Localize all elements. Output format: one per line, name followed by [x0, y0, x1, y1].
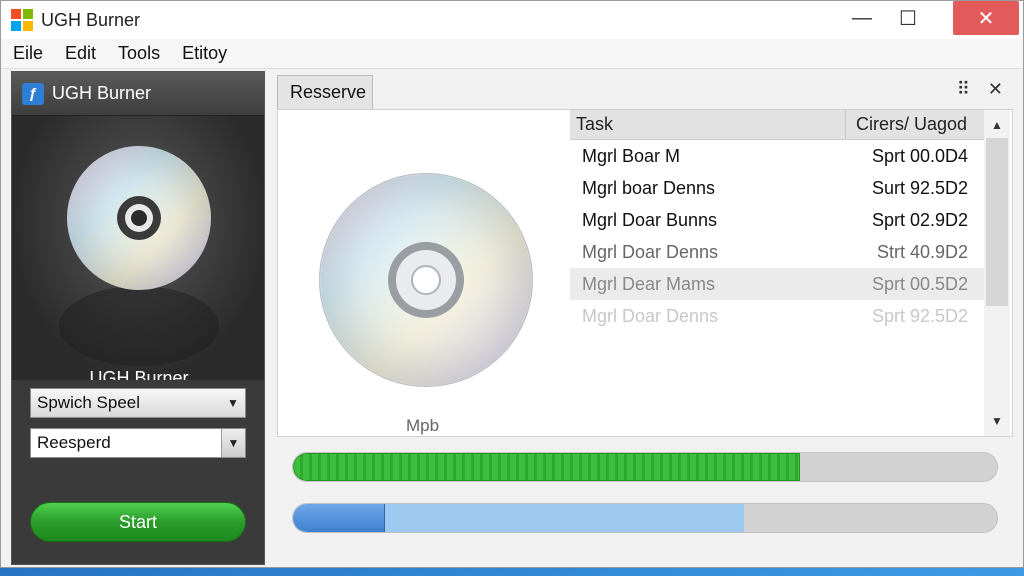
buffer-progress-fill — [293, 504, 385, 532]
task-cell: Mgrl Boar M — [582, 145, 681, 166]
scroll-thumb[interactable] — [986, 138, 1008, 306]
chevron-down-icon[interactable]: ▼ — [221, 429, 245, 457]
task-cell: Mgrl Doar Bunns — [582, 209, 718, 230]
small-disc-icon — [59, 146, 219, 366]
speed-select-value: Spwich Speel — [37, 393, 141, 412]
menu-edit[interactable]: Edit — [65, 43, 96, 64]
left-panel: ƒ UGH Burner UGH Burner Spwich Speel ▼ R… — [11, 71, 265, 565]
table-header: Task Cirers/ Uagod — [570, 110, 986, 140]
speed-cell: Sprt 00.5D2 — [871, 273, 968, 294]
buffer-progress-bar — [292, 503, 998, 533]
task-cell: Mgrl Dear Mams — [582, 273, 716, 294]
disc-image — [314, 168, 538, 392]
mode-select[interactable]: Reesperd ▼ — [30, 428, 246, 458]
window-title: UGH Burner — [41, 9, 141, 30]
close-icon[interactable]: ✕ — [988, 79, 1003, 100]
app-icon — [11, 9, 33, 31]
right-panel: Resserve ⠿ ✕ Mpb Task Cirers/ Uagod Mgrl… — [277, 73, 1017, 439]
menu-file[interactable]: Eile — [13, 43, 43, 64]
task-table: Task Cirers/ Uagod Mgrl Boar M Sprt 00.0… — [570, 110, 986, 436]
table-row[interactable]: Mgrl Boar M Sprt 00.0D4 — [570, 140, 986, 172]
scroll-down-icon[interactable]: ▼ — [984, 408, 1010, 434]
burn-progress-bar — [292, 452, 998, 482]
start-button[interactable]: Start — [30, 502, 246, 542]
column-header-task[interactable]: Task — [570, 110, 846, 139]
burner-logo-icon: ƒ — [22, 82, 44, 105]
task-cell: Mgrl Doar Denns — [582, 305, 719, 326]
table-row[interactable]: Mgrl Dear Mams Sprt 00.5D2 — [570, 268, 986, 300]
menu-extra[interactable]: Etitoy — [182, 43, 227, 64]
tab-reserve[interactable]: Resserve — [277, 75, 373, 109]
minimize-button[interactable]: — — [839, 1, 885, 35]
chevron-down-icon[interactable]: ▼ — [221, 389, 245, 417]
table-scrollbar[interactable]: ▲ ▼ — [984, 110, 1010, 436]
left-panel-header: ƒ UGH Burner — [12, 72, 264, 116]
disc-label: Mpb — [406, 416, 440, 435]
close-button[interactable]: ✕ — [953, 1, 1019, 35]
task-cell: Mgrl Doar Denns — [582, 241, 719, 262]
menu-tools[interactable]: Tools — [118, 43, 160, 64]
speed-cell: Sprt 00.0D4 — [871, 145, 968, 166]
table-row[interactable]: Mgrl Doar Bunns Sprt 02.9D2 — [570, 204, 986, 236]
scroll-up-icon[interactable]: ▲ — [984, 112, 1010, 138]
disc-preview-area: UGH Burner ● ○ ○ — [12, 116, 264, 411]
title-bar[interactable]: UGH Burner — ☐ ✕ — [1, 1, 1023, 39]
maximize-button[interactable]: ☐ — [885, 1, 931, 35]
large-disc-icon — [319, 173, 533, 387]
mode-select-value: Reesperd — [37, 433, 111, 452]
speed-cell: Sprt 02.9D2 — [871, 209, 968, 230]
grid-icon[interactable]: ⠿ — [957, 79, 970, 100]
burn-progress-fill — [293, 453, 800, 481]
content-box: Mpb Task Cirers/ Uagod Mgrl Boar M Sprt … — [277, 109, 1013, 437]
left-panel-title: UGH Burner — [52, 83, 152, 103]
menu-bar: Eile Edit Tools Etitoy — [1, 39, 1023, 69]
table-row[interactable]: Mgrl Doar Denns Strt 40.9D2 — [570, 236, 986, 268]
speed-cell: Sprt 92.5D2 — [871, 305, 968, 326]
column-header-speed[interactable]: Cirers/ Uagod — [846, 114, 986, 135]
speed-cell: Strt 40.9D2 — [876, 241, 968, 262]
panel-icons: ⠿ ✕ — [957, 79, 1003, 100]
table-row[interactable]: Mgrl boar Denns Surt 92.5D2 — [570, 172, 986, 204]
table-row[interactable]: Mgrl Doar Denns Sprt 92.5D2 — [570, 300, 986, 332]
app-window: UGH Burner — ☐ ✕ Eile Edit Tools Etitoy … — [0, 0, 1024, 568]
left-controls: Spwich Speel ▼ Reesperd ▼ Start — [12, 380, 264, 564]
task-cell: Mgrl boar Denns — [582, 177, 716, 198]
speed-cell: Surt 92.5D2 — [871, 177, 968, 198]
speed-select[interactable]: Spwich Speel ▼ — [30, 388, 246, 418]
